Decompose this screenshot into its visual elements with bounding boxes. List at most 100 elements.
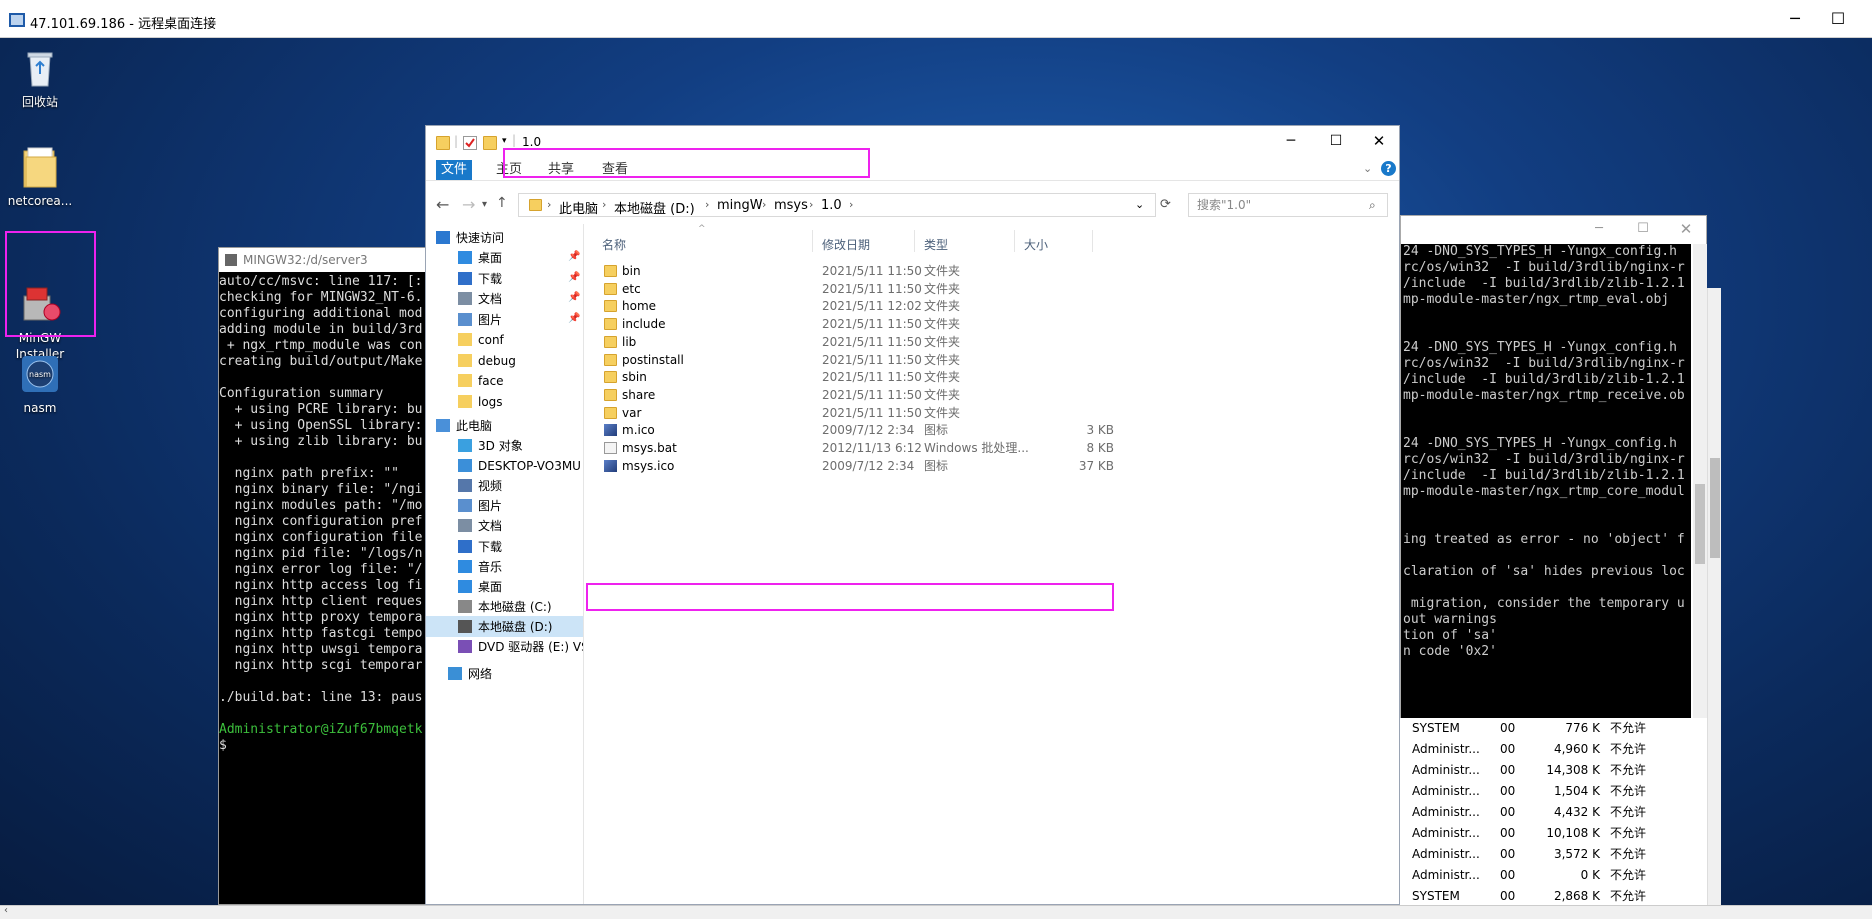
folder-icon <box>604 318 617 331</box>
tab-file[interactable]: 文件 <box>436 160 472 180</box>
properties-icon[interactable] <box>463 136 477 150</box>
column-type-header[interactable]: 类型 <box>924 236 948 253</box>
breadcrumb-1-0[interactable]: 1.0 <box>821 198 842 213</box>
process-sess: 00 <box>1500 721 1516 735</box>
svg-text:nasm: nasm <box>29 370 51 379</box>
nav-item-label: 快速访问 <box>456 231 505 245</box>
expand-ribbon-icon[interactable]: ⌄ <box>1363 162 1372 175</box>
help-icon[interactable]: ? <box>1381 161 1396 176</box>
maximize-button[interactable]: ☐ <box>1818 0 1858 38</box>
search-icon[interactable]: ⌕ <box>1369 194 1376 216</box>
pictures-icon <box>458 312 472 326</box>
terminal-line: nginx error log file: "/ <box>219 562 423 577</box>
process-list: SYSTEM 00 776 K 不允许 Administr... 00 4,960 K 不允许… <box>1400 718 1707 905</box>
console-close-button[interactable]: ✕ <box>1666 210 1706 248</box>
nav-item-label: 文档 <box>478 292 503 306</box>
explorer-minimize-button[interactable]: ─ <box>1271 122 1311 160</box>
console-body[interactable]: 24 -DNO_SYS_TYPES_H -Yungx_config.h rc/o… <box>1401 244 1691 720</box>
explorer-close-button[interactable]: ✕ <box>1359 122 1399 160</box>
process-mem: 0 K <box>1580 868 1600 882</box>
process-status: 不允许 <box>1610 742 1647 756</box>
minimize-button[interactable]: ─ <box>1775 0 1815 38</box>
download-icon <box>458 539 472 553</box>
process-row: Administr... 00 3,572 K 不允许 <box>1400 844 1700 865</box>
download-icon <box>458 271 472 285</box>
terminal-line: + using OpenSSL library: <box>219 418 423 433</box>
terminal-output[interactable]: auto/cc/msvc: line 117: [: checking for … <box>219 272 427 904</box>
mingw-terminal-window[interactable]: MINGW32:/d/server3 auto/cc/msvc: line 11… <box>218 247 428 905</box>
process-status: 不允许 <box>1610 847 1647 861</box>
back-arrow-icon[interactable]: ← <box>436 195 449 214</box>
pin-icon: 📌 <box>568 292 581 303</box>
console-line: ing treated as error - no 'object' f <box>1403 532 1685 547</box>
folder-icon <box>604 282 617 295</box>
console-line: tion of 'sa' <box>1403 628 1497 643</box>
breadcrumb-this-pc[interactable]: 此电脑 <box>559 198 598 217</box>
breadcrumb-drive-d[interactable]: 本地磁盘 (D:) <box>614 198 695 217</box>
desktop-icon-label: 回收站 <box>21 95 58 109</box>
documents-icon <box>458 519 472 533</box>
process-user: SYSTEM <box>1412 721 1460 735</box>
desktop-icon <box>458 579 472 593</box>
process-mem: 4,960 K <box>1553 742 1600 756</box>
address-highlight-box <box>503 148 870 178</box>
explorer-maximize-button[interactable]: ☐ <box>1316 122 1356 160</box>
process-mem: 2,868 K <box>1553 889 1600 903</box>
terminal-line: ./build.bat: line 13: paus <box>219 690 423 705</box>
console-line: mp-module-master/ngx_rtmp_core_modul <box>1403 484 1685 499</box>
nasm-desktop-icon[interactable]: nasm nasm <box>2 352 78 416</box>
new-folder-icon[interactable] <box>483 136 497 150</box>
column-name-header[interactable]: 名称 <box>602 236 626 253</box>
file-name: msys.ico <box>622 458 675 473</box>
refresh-icon[interactable]: ⟳ <box>1160 197 1171 212</box>
process-status: 不允许 <box>1610 721 1647 735</box>
background-window-scrollbar[interactable] <box>1707 288 1721 905</box>
nav-item-label: 此电脑 <box>456 419 493 433</box>
process-status: 不允许 <box>1610 784 1647 798</box>
customize-quick-access-icon[interactable]: ▾ <box>502 136 507 146</box>
terminal-line: + ngx_rtmp_module was con <box>219 338 423 353</box>
dvd-icon <box>458 640 472 653</box>
nav-item-label: DVD 驱动器 (E:) VS <box>478 640 584 654</box>
process-sess: 00 <box>1500 889 1516 903</box>
console-maximize-button[interactable]: ☐ <box>1623 210 1663 248</box>
breadcrumb-msys[interactable]: msys <box>774 198 808 213</box>
folder-icon <box>458 374 472 387</box>
console-minimize-button[interactable]: ─ <box>1579 210 1619 248</box>
console-scrollbar[interactable] <box>1693 244 1707 720</box>
recent-locations-icon[interactable]: ▾ <box>482 199 487 210</box>
terminal-line: nginx pid file: "/logs/n <box>219 546 423 561</box>
search-input[interactable]: 搜索"1.0" ⌕ <box>1188 193 1388 217</box>
build-console-window[interactable]: ─ ☐ ✕ 24 -DNO_SYS_TYPES_H -Yungx_config.… <box>1400 215 1707 735</box>
rdp-horizontal-scrollbar[interactable]: ‹ <box>0 905 1872 919</box>
console-line: mp-module-master/ngx_rtmp_eval.obj <box>1403 292 1670 307</box>
terminal-line: nginx binary file: "/ngi <box>219 482 423 497</box>
up-arrow-icon[interactable]: ↑ <box>496 195 508 211</box>
process-user: Administr... <box>1412 742 1480 756</box>
terminal-line: configuring additional mod <box>219 306 423 321</box>
recycle-bin-desktop-icon[interactable]: 回收站 <box>2 46 78 110</box>
nav-item-label: conf <box>478 333 504 347</box>
console-line: claration of 'sa' hides previous loc <box>1403 564 1685 579</box>
batch-file-icon <box>604 442 617 454</box>
scroll-left-icon[interactable]: ‹ <box>4 905 8 916</box>
folder-icon <box>604 388 617 401</box>
nav-item-label: 下载 <box>478 271 503 286</box>
column-size-header[interactable]: 大小 <box>1024 236 1048 253</box>
address-bar[interactable]: › 此电脑 › 本地磁盘 (D:) › mingW › msys › 1.0 ›… <box>518 193 1156 217</box>
mingw-highlight-box <box>5 231 96 337</box>
process-sess: 00 <box>1500 742 1516 756</box>
videos-icon <box>458 479 472 493</box>
nav-item-label: 视频 <box>478 479 503 494</box>
console-line: 24 -DNO_SYS_TYPES_H -Yungx_config.h <box>1403 340 1677 355</box>
file-explorer-window[interactable]: | ▾ | 1.0 ─ ☐ ✕ 文件 主页 共享 查看 ⌄ ? ← → ▾ ↑ … <box>425 125 1400 905</box>
breadcrumb-mingw[interactable]: mingW <box>717 198 763 213</box>
netcore-desktop-icon[interactable]: netcorea... <box>2 145 78 209</box>
address-dropdown-icon[interactable]: ⌄ <box>1135 198 1144 211</box>
process-row: Administr... 00 4,432 K 不允许 <box>1400 802 1700 823</box>
file-row[interactable]: msys.ico 2009/7/12 2:34 图标 37 KB <box>584 456 1184 477</box>
terminal-line: creating build/output/Make <box>219 354 423 369</box>
forward-arrow-icon[interactable]: → <box>462 195 475 214</box>
column-date-header[interactable]: 修改日期 <box>822 236 870 253</box>
terminal-line: nginx http uwsgi tempora <box>219 642 423 657</box>
